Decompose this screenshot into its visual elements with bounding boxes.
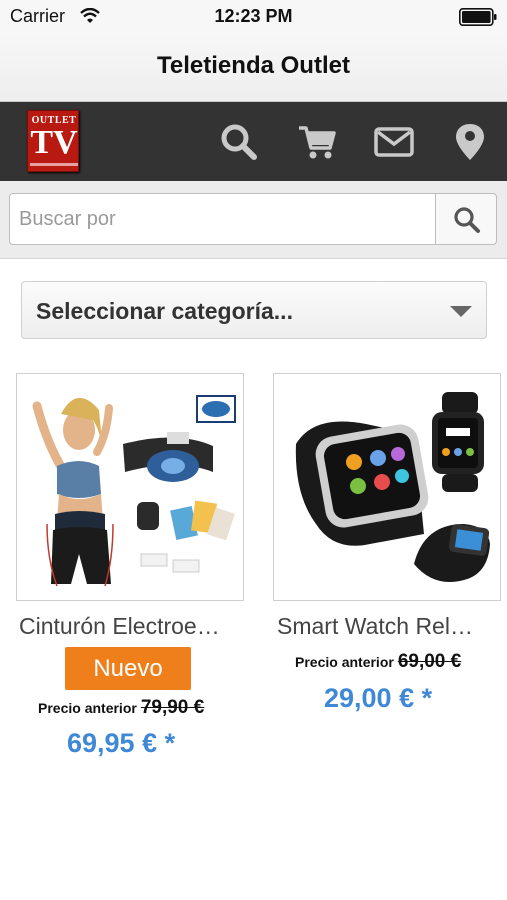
- category-select-label: Seleccionar categoría...: [36, 298, 293, 324]
- previous-price-label: Precio anterior: [38, 700, 137, 716]
- clock: 12:23 PM: [214, 6, 293, 26]
- chevron-down-icon: [450, 306, 472, 317]
- location-pin-icon[interactable]: [452, 122, 492, 162]
- previous-price-label: Precio anterior: [295, 654, 394, 670]
- search-button[interactable]: [435, 193, 497, 245]
- smartwatch-product-illustration: [295, 392, 490, 582]
- product-image-belt[interactable]: [16, 373, 244, 601]
- product-name[interactable]: Cinturón Electroe…: [19, 613, 220, 640]
- shop-header: OUTLET TV: [0, 102, 507, 181]
- new-badge: Nuevo: [65, 647, 191, 690]
- envelope-icon[interactable]: [374, 122, 414, 162]
- previous-price: Precio anterior 79,90 €: [38, 697, 204, 719]
- previous-price-value: 69,00 €: [397, 651, 462, 672]
- shop-logo[interactable]: OUTLET TV: [27, 110, 79, 172]
- current-price: 69,95 € *: [67, 728, 176, 758]
- category-select[interactable]: Seleccionar categoría...: [21, 281, 487, 339]
- current-price: 29,00 € *: [324, 683, 433, 713]
- product-name[interactable]: Smart Watch Rel…: [277, 613, 473, 640]
- logo-underline: [30, 163, 78, 166]
- product-image-watch[interactable]: [273, 373, 501, 601]
- search-bar: [0, 181, 507, 259]
- battery-icon: [459, 8, 497, 26]
- previous-price: Precio anterior 69,00 €: [295, 651, 461, 673]
- cart-icon[interactable]: [297, 122, 337, 162]
- search-icon[interactable]: [219, 122, 259, 162]
- page-title: Teletienda Outlet: [157, 52, 350, 79]
- belt-product-illustration: [32, 395, 236, 587]
- status-bar: Carrier 12:23 PM: [0, 0, 507, 34]
- search-input[interactable]: [9, 193, 436, 245]
- search-button-icon: [454, 207, 480, 233]
- previous-price-value: 79,90 €: [140, 697, 205, 718]
- logo-main-text: TV: [30, 124, 78, 161]
- navigation-bar: Teletienda Outlet: [0, 34, 507, 102]
